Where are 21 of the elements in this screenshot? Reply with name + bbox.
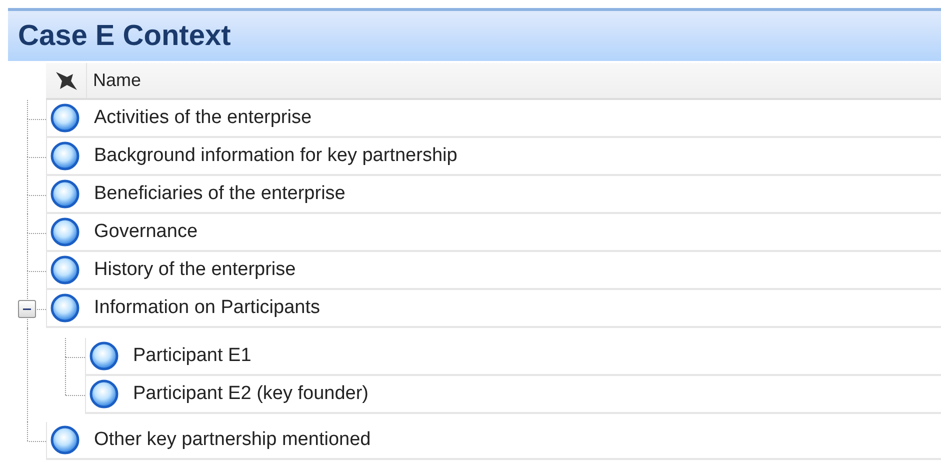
circle-icon xyxy=(50,179,80,209)
panel-title: Case E Context xyxy=(18,20,231,52)
tree-row[interactable]: Information on Participants xyxy=(46,290,941,328)
circle-icon xyxy=(50,217,80,247)
circle-icon xyxy=(89,341,119,371)
name-column-label[interactable]: Name xyxy=(87,63,142,98)
circle-icon xyxy=(89,379,119,409)
tree-row[interactable]: Beneficiaries of the enterprise xyxy=(46,176,941,214)
tree-row[interactable]: Activities of the enterprise xyxy=(46,100,941,138)
tree-row[interactable]: Other key partnership mentioned xyxy=(46,422,941,460)
circle-icon xyxy=(50,293,80,323)
tree-row[interactable]: Background information for key partnership xyxy=(46,138,941,176)
circle-icon xyxy=(50,255,80,285)
collapse-toggle[interactable] xyxy=(18,300,36,318)
circle-icon xyxy=(50,425,80,455)
tree-row[interactable]: History of the enterprise xyxy=(46,252,941,290)
circle-icon xyxy=(50,103,80,133)
tree-row[interactable]: Participant E2 (key founder) xyxy=(85,376,941,414)
circle-icon xyxy=(50,141,80,171)
tree-row[interactable]: Participant E1 xyxy=(85,338,941,376)
tree-row[interactable]: Governance xyxy=(46,214,941,252)
